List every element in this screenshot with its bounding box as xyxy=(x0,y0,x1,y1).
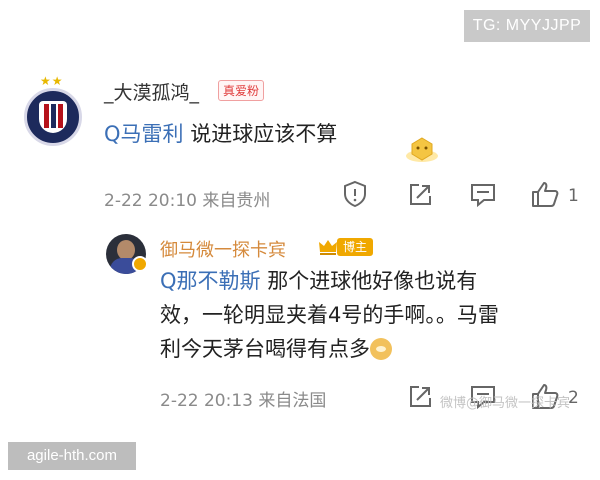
star-icon: ★★ xyxy=(40,74,64,88)
host-badge: 博主 xyxy=(337,238,374,256)
comment-icon[interactable] xyxy=(469,182,497,208)
share-icon[interactable] xyxy=(407,182,433,208)
fan-badge: 真爱粉 xyxy=(218,80,265,101)
comment-location: 来自贵州 xyxy=(202,191,271,211)
site-badge: agile-hth.com xyxy=(8,442,136,470)
doge-emoji-icon xyxy=(370,338,392,360)
share-icon[interactable] xyxy=(407,384,433,410)
crown-icon xyxy=(319,240,337,255)
tg-badge: TG: MYYJJPP xyxy=(464,10,590,42)
reply-location: 来自法国 xyxy=(258,391,327,411)
watermark: 微博@御马微一探卡宾 xyxy=(440,396,571,411)
club-crest-icon xyxy=(24,88,82,146)
reply-line-1: 那个进球他好像也说有 xyxy=(267,269,478,293)
reply-time: 2-22 20:13 xyxy=(160,391,253,411)
comment-text: Q马雷利 说进球应该不算 xyxy=(104,118,337,148)
reply-meta: 2-22 20:13 来自法国 xyxy=(160,386,326,411)
reply-line-3: 利今天茅台喝得有点多 xyxy=(160,337,370,361)
reply-line-2: 效，一轮明显夹着4号的手啊。。马雷 xyxy=(160,303,499,327)
like-icon[interactable] xyxy=(530,180,560,208)
report-icon[interactable] xyxy=(342,180,368,208)
reply-username[interactable]: 御马微一探卡宾 xyxy=(160,236,286,262)
comment-meta: 2-22 20:10 来自贵州 xyxy=(104,186,270,211)
avatar[interactable]: ★★ xyxy=(20,74,86,148)
reply-text: Q那不勒斯 那个进球他好像也说有 效，一轮明显夹着4号的手啊。。马雷 利今天茅台… xyxy=(160,264,572,366)
comment-time: 2-22 20:10 xyxy=(104,191,197,211)
verified-icon xyxy=(132,256,148,272)
like-count: 1 xyxy=(568,186,579,206)
sticker-icon xyxy=(406,137,438,162)
search-link[interactable]: Q那不勒斯 xyxy=(160,269,261,293)
comment-username[interactable]: _大漠孤鸿_ xyxy=(104,78,199,105)
search-link[interactable]: Q马雷利 xyxy=(104,122,184,146)
comment-body: 说进球应该不算 xyxy=(190,122,338,146)
